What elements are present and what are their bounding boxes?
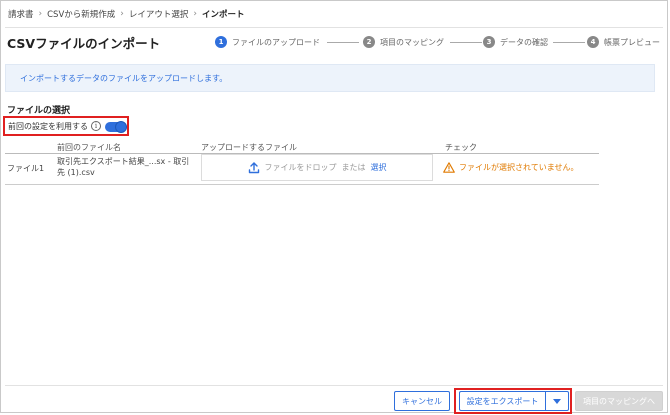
step-upload: 1 ファイルのアップロード (215, 35, 320, 49)
step-number: 3 (483, 36, 495, 48)
table-divider (5, 184, 599, 185)
breadcrumb-item-csv-new[interactable]: CSVから新規作成 (47, 8, 115, 20)
step-number: 2 (363, 36, 375, 48)
toggle-knob (115, 121, 127, 133)
breadcrumb-item-invoice[interactable]: 請求書 (8, 8, 34, 20)
drop-text: ファイルをドロップ (264, 163, 337, 172)
step-number: 4 (587, 36, 599, 48)
step-label: 帳票プレビュー (604, 37, 660, 47)
app-window: 請求書 › CSVから新規作成 › レイアウト選択 › インポート CSVファイ… (0, 0, 668, 414)
info-banner: インポートするデータのファイルをアップロードします。 (5, 64, 655, 92)
info-message: インポートするデータのファイルをアップロードします。 (20, 73, 228, 83)
caret-down-icon (553, 398, 561, 404)
step-confirm: 3 データの確認 (483, 35, 548, 49)
column-header-previous-file: 前回のファイル名 (57, 143, 121, 152)
stepper: 1 ファイルのアップロード 2 項目のマッピング 3 データの確認 4 帳票プレ… (215, 35, 665, 49)
divider (5, 27, 663, 28)
previous-file-name-line1: 取引先エクスポート結果_...sx - 取引 (57, 157, 190, 166)
breadcrumb-current: インポート (202, 10, 245, 20)
step-preview: 4 帳票プレビュー (587, 35, 660, 49)
use-previous-toggle[interactable] (105, 121, 127, 133)
chevron-right-icon: › (38, 9, 43, 19)
step-connector (327, 42, 359, 43)
previous-file-name-line2: 先 (1).csv (57, 168, 95, 177)
step-connector (450, 42, 482, 43)
step-mapping: 2 項目のマッピング (363, 35, 444, 49)
page-title: CSVファイルのインポート (7, 36, 161, 51)
chevron-right-icon: › (120, 9, 124, 19)
use-previous-label: 前回の設定を利用する (8, 121, 88, 131)
check-message: ファイルが選択されていません。 (459, 163, 579, 172)
column-header-upload-file: アップロードするファイル (201, 143, 297, 152)
footer-divider (5, 385, 663, 386)
breadcrumb: 請求書 › CSVから新規作成 › レイアウト選択 › インポート (8, 7, 245, 21)
warning-icon (443, 162, 455, 173)
check-status: ファイルが選択されていません。 (443, 162, 579, 173)
next-mapping-button[interactable]: 項目のマッピングへ (575, 391, 663, 411)
step-number: 1 (215, 36, 227, 48)
step-label: ファイルのアップロード (232, 37, 320, 47)
column-header-check: チェック (445, 143, 477, 152)
select-file-link[interactable]: 選択 (371, 162, 387, 173)
info-icon[interactable]: i (91, 121, 101, 131)
previous-file-name: 取引先エクスポート結果_...sx - 取引 先 (1).csv (57, 156, 197, 178)
upload-icon (248, 161, 259, 173)
use-previous-setting: 前回の設定を利用する i (3, 116, 129, 136)
file-label: ファイル1 (7, 164, 45, 173)
step-connector (553, 42, 585, 43)
section-title: ファイルの選択 (7, 106, 71, 116)
file-dropzone[interactable]: ファイルをドロップ または 選択 (201, 154, 433, 181)
chevron-right-icon: › (193, 9, 198, 19)
cancel-button[interactable]: キャンセル (394, 391, 450, 411)
or-text: または (341, 163, 366, 172)
breadcrumb-item-layout[interactable]: レイアウト選択 (129, 8, 189, 20)
export-settings-button[interactable]: 設定をエクスポート (459, 391, 545, 411)
export-dropdown-button[interactable] (545, 391, 569, 411)
step-label: データの確認 (500, 37, 548, 47)
step-label: 項目のマッピング (380, 37, 444, 47)
